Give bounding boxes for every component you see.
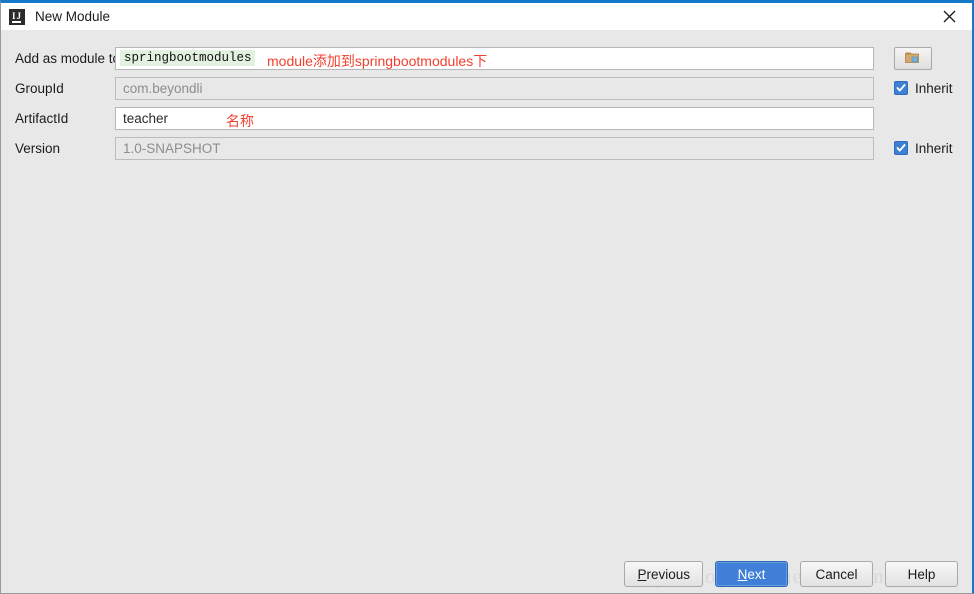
add-as-module-to-input[interactable]: springbootmodules module添加到springbootmod… — [115, 46, 874, 70]
form-row-artifactid: ArtifactId teacher 名称 — [1, 103, 972, 133]
intellij-idea-icon: IJ — [9, 8, 25, 25]
new-module-dialog: IJ New Module Add as module to springboo… — [0, 0, 974, 594]
module-form: Add as module to springbootmodules modul… — [1, 30, 972, 163]
form-row-version: Version 1.0-SNAPSHOT Inherit — [1, 133, 972, 163]
form-row-add-as-module-to: Add as module to springbootmodules modul… — [1, 43, 972, 73]
version-value: 1.0-SNAPSHOT — [123, 140, 221, 156]
groupid-inherit-control: Inherit — [894, 73, 953, 103]
cancel-button[interactable]: Cancel — [800, 561, 873, 587]
version-input[interactable]: 1.0-SNAPSHOT — [115, 136, 874, 160]
artifactid-input[interactable]: teacher 名称 — [115, 106, 874, 130]
groupid-inherit-label: Inherit — [915, 80, 953, 96]
label-artifactid: ArtifactId — [15, 110, 69, 126]
version-inherit-control: Inherit — [894, 133, 953, 163]
annotation-add-as-module-to: module添加到springbootmodules下 — [267, 52, 488, 69]
close-button[interactable] — [926, 3, 972, 30]
version-inherit-label: Inherit — [915, 140, 953, 156]
browse-control — [894, 43, 932, 73]
form-row-groupid: GroupId com.beyondli Inherit — [1, 73, 972, 103]
groupid-inherit-checkbox[interactable]: Inherit — [894, 81, 953, 96]
checkmark-icon — [894, 141, 908, 155]
groupid-input[interactable]: com.beyondli — [115, 76, 874, 100]
previous-button[interactable]: Previous — [624, 561, 703, 587]
close-icon — [943, 10, 956, 23]
title-bar: IJ New Module — [1, 3, 972, 30]
groupid-value: com.beyondli — [123, 80, 203, 96]
folder-icon — [904, 50, 922, 67]
next-button[interactable]: Next — [715, 561, 788, 587]
add-as-module-to-value: springbootmodules — [120, 50, 255, 66]
label-version: Version — [15, 140, 61, 156]
label-groupid: GroupId — [15, 80, 64, 96]
artifactid-value: teacher — [123, 110, 169, 126]
annotation-artifactid: 名称 — [226, 112, 254, 129]
browse-button[interactable] — [894, 46, 932, 70]
checkmark-icon — [894, 81, 908, 95]
version-inherit-checkbox[interactable]: Inherit — [894, 141, 953, 156]
label-add-as-module-to: Add as module to — [15, 50, 121, 66]
window-title: New Module — [35, 9, 111, 24]
dialog-button-bar: Previous Next Cancel Help — [624, 561, 958, 587]
help-button[interactable]: Help — [885, 561, 958, 587]
